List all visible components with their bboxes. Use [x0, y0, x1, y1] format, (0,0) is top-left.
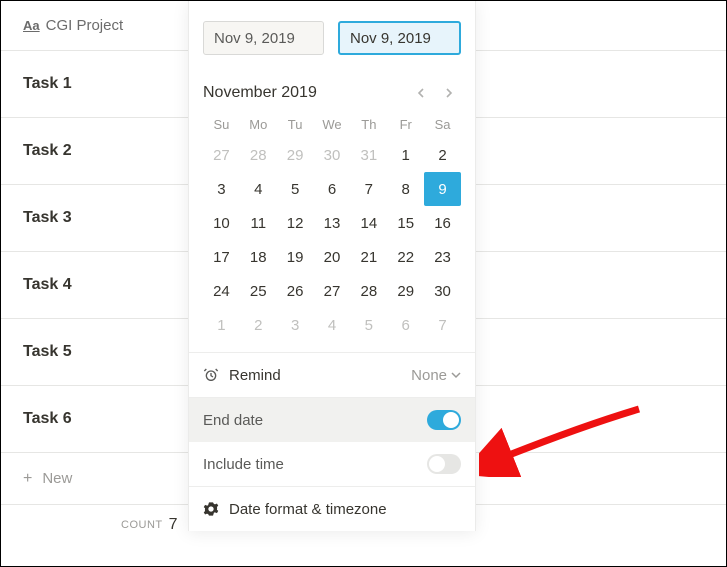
- alarm-icon: [203, 367, 219, 383]
- calendar-day[interactable]: 22: [387, 240, 424, 274]
- column-header-label: CGI Project: [46, 17, 124, 34]
- calendar-day[interactable]: 29: [277, 138, 314, 172]
- calendar-day[interactable]: 29: [387, 274, 424, 308]
- calendar-day[interactable]: 28: [350, 274, 387, 308]
- plus-icon: +: [23, 470, 32, 488]
- calendar-day[interactable]: 1: [203, 308, 240, 342]
- calendar-day[interactable]: 10: [203, 206, 240, 240]
- start-date-value: Nov 9, 2019: [214, 30, 295, 47]
- date-format-label: Date format & timezone: [229, 501, 387, 518]
- day-of-week-label: We: [314, 109, 351, 138]
- calendar-day[interactable]: 21: [350, 240, 387, 274]
- calendar-day[interactable]: 8: [387, 172, 424, 206]
- day-of-week-label: Sa: [424, 109, 461, 138]
- calendar-day[interactable]: 26: [277, 274, 314, 308]
- gear-icon: [203, 501, 219, 517]
- include-time-toggle[interactable]: [427, 454, 461, 474]
- calendar-day[interactable]: 3: [277, 308, 314, 342]
- remind-value: None: [411, 367, 447, 384]
- calendar-day[interactable]: 5: [277, 172, 314, 206]
- calendar-day[interactable]: 16: [424, 206, 461, 240]
- calendar-day[interactable]: 30: [424, 274, 461, 308]
- count-value: 7: [169, 516, 178, 534]
- calendar-day[interactable]: 30: [314, 138, 351, 172]
- calendar-day[interactable]: 6: [314, 172, 351, 206]
- month-title: November 2019: [203, 84, 317, 102]
- calendar-day[interactable]: 2: [240, 308, 277, 342]
- calendar-day[interactable]: 11: [240, 206, 277, 240]
- date-picker-popover: Nov 9, 2019 Nov 9, 2019 November 2019 Su…: [188, 1, 476, 531]
- day-of-week-label: Tu: [277, 109, 314, 138]
- text-property-icon: Aa: [23, 18, 40, 33]
- remind-row[interactable]: Remind None: [189, 353, 475, 397]
- end-date-toggle[interactable]: [427, 410, 461, 430]
- calendar-day[interactable]: 6: [387, 308, 424, 342]
- end-date-label: End date: [203, 412, 263, 429]
- include-time-label: Include time: [203, 456, 284, 473]
- calendar-day[interactable]: 17: [203, 240, 240, 274]
- calendar-day[interactable]: 28: [240, 138, 277, 172]
- calendar-day[interactable]: 4: [240, 172, 277, 206]
- day-of-week-label: Mo: [240, 109, 277, 138]
- calendar-day[interactable]: 20: [314, 240, 351, 274]
- date-format-row[interactable]: Date format & timezone: [189, 487, 475, 531]
- calendar-day[interactable]: 19: [277, 240, 314, 274]
- count-label: COUNT: [121, 519, 163, 531]
- next-month-button[interactable]: [437, 81, 461, 105]
- calendar-day[interactable]: 2: [424, 138, 461, 172]
- calendar-day[interactable]: 23: [424, 240, 461, 274]
- day-of-week-label: Th: [350, 109, 387, 138]
- end-date-value: Nov 9, 2019: [350, 30, 431, 47]
- calendar-grid: SuMoTuWeThFrSa 2728293031123456789101112…: [189, 109, 475, 352]
- include-time-row[interactable]: Include time: [189, 442, 475, 486]
- end-date-input[interactable]: Nov 9, 2019: [338, 21, 461, 55]
- new-row-label: New: [42, 470, 72, 487]
- end-date-row[interactable]: End date: [189, 398, 475, 442]
- calendar-day[interactable]: 14: [350, 206, 387, 240]
- start-date-input[interactable]: Nov 9, 2019: [203, 21, 324, 55]
- prev-month-button[interactable]: [409, 81, 433, 105]
- calendar-day[interactable]: 12: [277, 206, 314, 240]
- calendar-day[interactable]: 1: [387, 138, 424, 172]
- calendar-day[interactable]: 5: [350, 308, 387, 342]
- calendar-day[interactable]: 31: [350, 138, 387, 172]
- calendar-day[interactable]: 7: [350, 172, 387, 206]
- calendar-day[interactable]: 7: [424, 308, 461, 342]
- chevron-down-icon: [451, 370, 461, 380]
- calendar-day[interactable]: 24: [203, 274, 240, 308]
- calendar-day[interactable]: 13: [314, 206, 351, 240]
- day-of-week-label: Su: [203, 109, 240, 138]
- remind-label: Remind: [229, 367, 281, 384]
- calendar-day[interactable]: 25: [240, 274, 277, 308]
- calendar-day[interactable]: 15: [387, 206, 424, 240]
- calendar-day[interactable]: 4: [314, 308, 351, 342]
- calendar-day[interactable]: 3: [203, 172, 240, 206]
- calendar-day[interactable]: 18: [240, 240, 277, 274]
- calendar-day[interactable]: 27: [203, 138, 240, 172]
- calendar-day[interactable]: 9: [424, 172, 461, 206]
- day-of-week-label: Fr: [387, 109, 424, 138]
- calendar-day[interactable]: 27: [314, 274, 351, 308]
